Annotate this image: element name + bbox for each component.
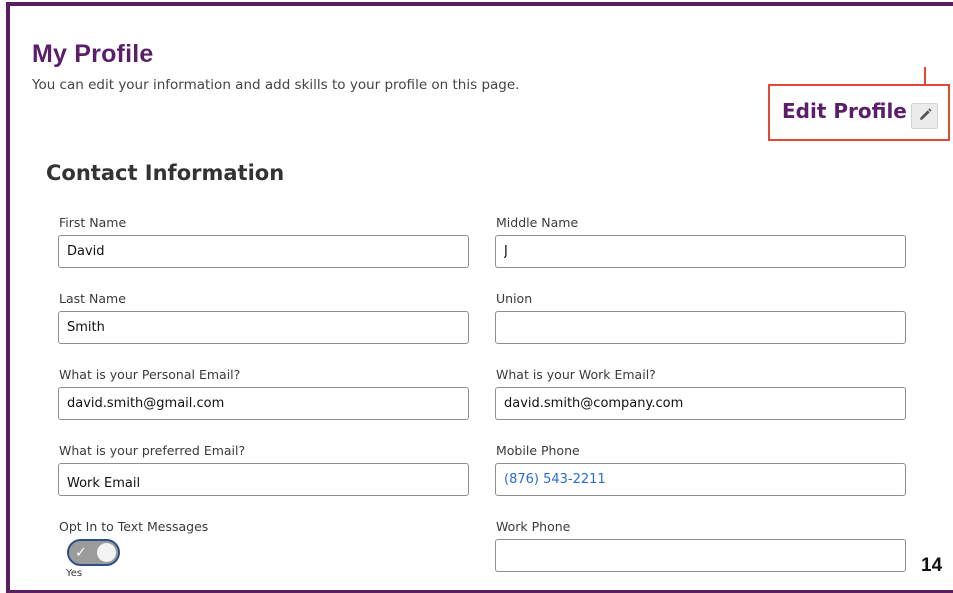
work-email-input[interactable] [495, 387, 906, 420]
personal-email-label: What is your Personal Email? [59, 367, 241, 382]
edit-profile-label[interactable]: Edit Profile [782, 99, 907, 123]
pencil-icon [918, 107, 932, 126]
first-name-input[interactable] [58, 235, 469, 268]
last-name-label: Last Name [59, 291, 126, 306]
union-input[interactable] [495, 311, 906, 344]
work-phone-input[interactable] [495, 539, 906, 572]
middle-name-label: Middle Name [496, 215, 579, 230]
work-email-label: What is your Work Email? [496, 367, 656, 382]
opt-in-state-text: Yes [66, 568, 83, 579]
last-name-input[interactable] [58, 311, 469, 344]
toggle-knob [97, 543, 116, 562]
preferred-email-select[interactable]: Work Email [58, 463, 469, 496]
page-title: My Profile [32, 40, 154, 68]
page-number: 14 [921, 555, 943, 576]
personal-email-input[interactable] [58, 387, 469, 420]
mobile-phone-field[interactable]: (876) 543-2211 [495, 463, 906, 496]
opt-in-label: Opt In to Text Messages [59, 519, 209, 534]
preferred-email-value: Work Email [67, 476, 141, 491]
page-subtitle: You can edit your information and add sk… [32, 77, 520, 93]
preferred-email-label: What is your preferred Email? [59, 443, 246, 458]
work-phone-label: Work Phone [496, 519, 571, 534]
first-name-label: First Name [59, 215, 127, 230]
section-title-contact: Contact Information [46, 161, 285, 185]
check-icon: ✓ [75, 545, 87, 561]
middle-name-input[interactable] [495, 235, 906, 268]
mobile-phone-link[interactable]: (876) 543-2211 [504, 472, 606, 487]
mobile-phone-label: Mobile Phone [496, 443, 580, 458]
opt-in-toggle[interactable]: ✓ [67, 539, 120, 566]
edit-profile-button[interactable] [911, 103, 938, 129]
union-label: Union [496, 291, 533, 306]
